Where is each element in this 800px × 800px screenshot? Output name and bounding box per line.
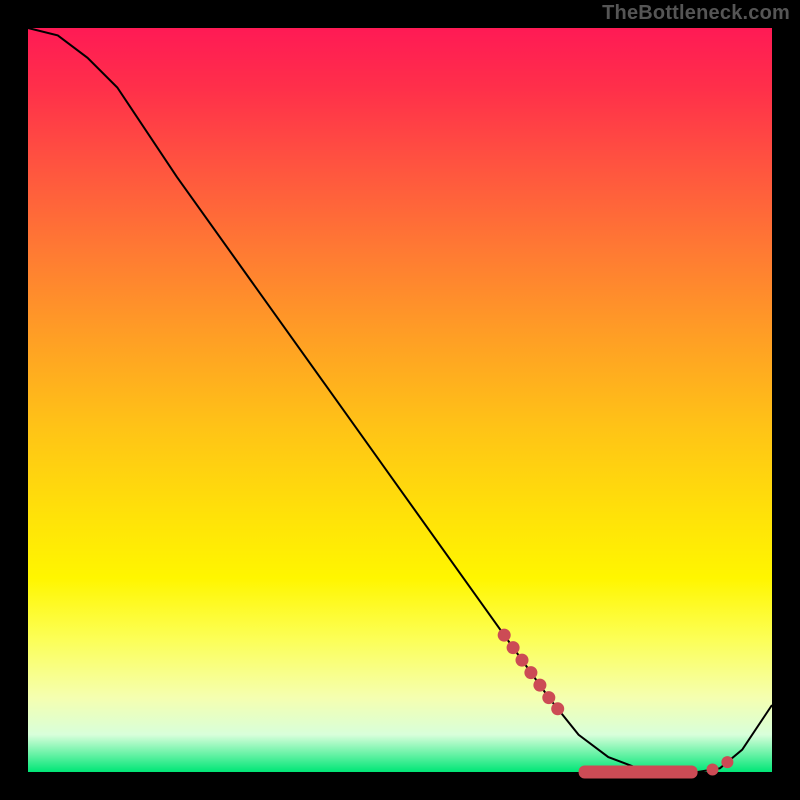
marker-pill-bottom: [579, 766, 698, 779]
marker-dot: [516, 654, 529, 667]
curve-svg: [28, 28, 772, 772]
marker-dots-right: [707, 756, 734, 775]
bottleneck-curve: [28, 28, 772, 772]
watermark-text: TheBottleneck.com: [602, 2, 790, 25]
marker-dot: [533, 679, 546, 692]
marker-dot: [524, 666, 537, 679]
marker-dot: [542, 691, 555, 704]
marker-dot: [707, 764, 719, 776]
marker-dot: [721, 756, 733, 768]
chart-frame: TheBottleneck.com: [0, 0, 800, 800]
plot-area: [28, 28, 772, 772]
marker-dot: [498, 629, 511, 642]
marker-dot: [551, 702, 564, 715]
marker-dot: [507, 641, 520, 654]
